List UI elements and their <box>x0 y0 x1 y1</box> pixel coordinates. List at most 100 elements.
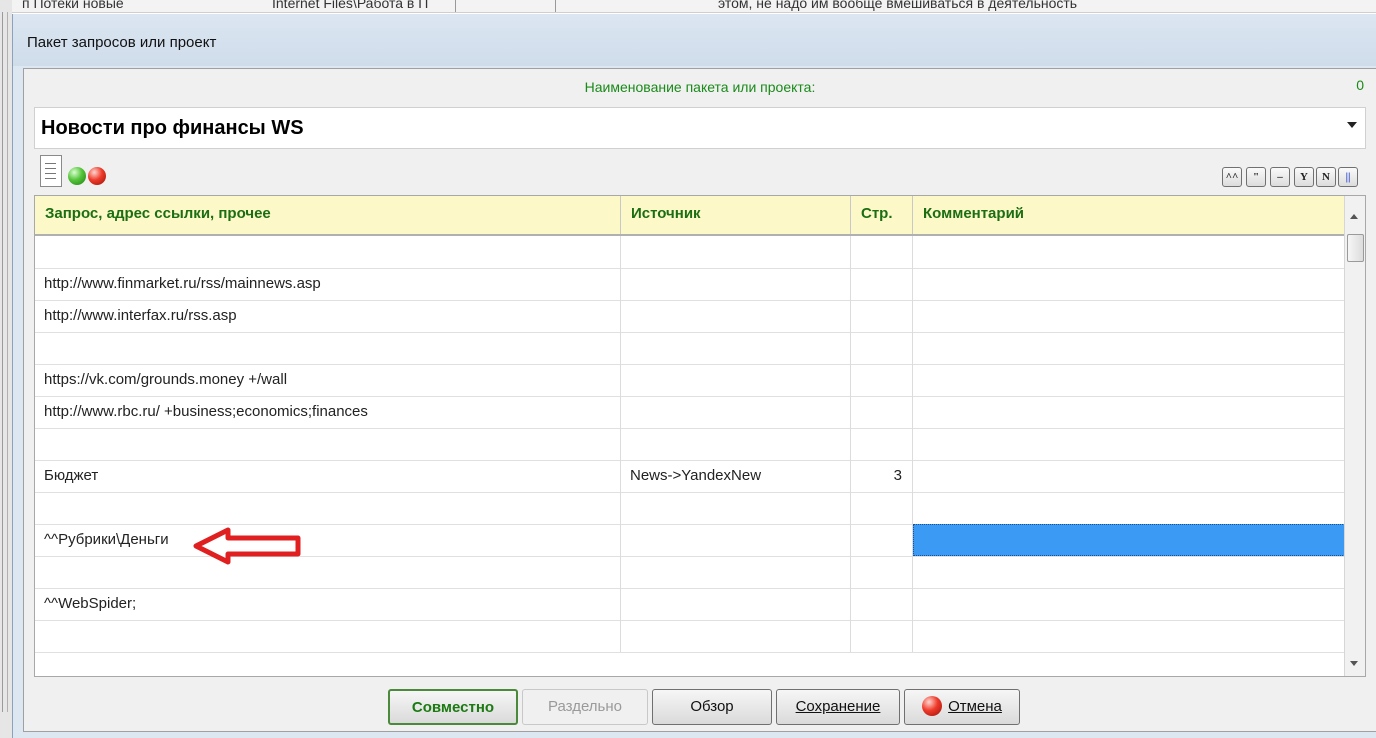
column-header-source[interactable]: Источник <box>621 196 851 234</box>
caret-caret-button[interactable]: ^^ <box>1222 167 1242 187</box>
cell-query[interactable] <box>35 236 621 268</box>
project-name-combo[interactable]: Новости про финансы WS <box>34 107 1366 149</box>
document-icon[interactable] <box>40 155 62 187</box>
cell-query[interactable]: ^^Рубрики\Деньги <box>35 524 621 556</box>
browse-button[interactable]: Обзор <box>652 689 772 725</box>
cell-comment[interactable] <box>913 620 1345 652</box>
cell-query[interactable]: ^^WebSpider; <box>35 588 621 620</box>
cell-comment[interactable] <box>913 524 1345 556</box>
y-button[interactable]: Y <box>1294 167 1314 187</box>
save-button[interactable]: Сохранение <box>776 689 900 725</box>
background-text-3: этом, не надо им вообще вмешиваться в де… <box>718 0 1078 11</box>
column-header-comment[interactable]: Комментарий <box>913 196 1345 234</box>
cell-source[interactable] <box>621 620 851 652</box>
cell-source[interactable] <box>621 396 851 428</box>
cell-source[interactable]: News->YandexNew <box>621 460 851 492</box>
chevron-down-icon[interactable] <box>1347 122 1357 128</box>
table-row[interactable]: http://www.interfax.ru/rss.asp <box>35 300 1345 333</box>
green-ball-icon[interactable] <box>68 167 86 185</box>
scroll-thumb[interactable] <box>1347 234 1364 262</box>
cell-page[interactable] <box>851 332 913 364</box>
cell-query[interactable]: Бюджет <box>35 460 621 492</box>
cell-query[interactable] <box>35 492 621 524</box>
cell-source[interactable] <box>621 492 851 524</box>
cell-comment[interactable] <box>913 300 1345 332</box>
cell-comment[interactable] <box>913 236 1345 268</box>
red-ball-icon <box>922 695 943 716</box>
cell-comment[interactable] <box>913 396 1345 428</box>
red-ball-icon[interactable] <box>88 167 106 185</box>
column-header-page[interactable]: Стр. <box>851 196 913 234</box>
cell-source[interactable] <box>621 300 851 332</box>
cell-page[interactable] <box>851 588 913 620</box>
cell-source[interactable] <box>621 364 851 396</box>
cell-source[interactable] <box>621 332 851 364</box>
cell-comment[interactable] <box>913 492 1345 524</box>
cell-query[interactable]: http://www.interfax.ru/rss.asp <box>35 300 621 332</box>
cell-page[interactable] <box>851 364 913 396</box>
cell-comment[interactable] <box>913 588 1345 620</box>
vertical-scrollbar[interactable] <box>1344 196 1365 676</box>
cell-comment[interactable] <box>913 428 1345 460</box>
separate-button[interactable]: Раздельно <box>522 689 648 725</box>
cell-query[interactable] <box>35 620 621 652</box>
cell-page[interactable] <box>851 492 913 524</box>
cell-source[interactable] <box>621 428 851 460</box>
table-row[interactable]: Бюджет News->YandexNew 3 <box>35 460 1345 493</box>
table-row[interactable] <box>35 236 1345 269</box>
cell-query[interactable]: https://vk.com/grounds.money +/wall <box>35 364 621 396</box>
table-row[interactable] <box>35 492 1345 525</box>
title-bar[interactable]: Пакет запросов или проект <box>13 14 1376 66</box>
cell-page[interactable] <box>851 428 913 460</box>
cell-source[interactable] <box>621 588 851 620</box>
quote-button[interactable]: " <box>1246 167 1266 187</box>
cell-page[interactable] <box>851 620 913 652</box>
cell-page[interactable] <box>851 300 913 332</box>
cell-comment[interactable] <box>913 268 1345 300</box>
project-dialog: Пакет запросов или проект Наименование п… <box>12 14 1376 738</box>
cell-query[interactable] <box>35 556 621 588</box>
cancel-button[interactable]: Отмена <box>904 689 1020 725</box>
table-row[interactable] <box>35 332 1345 365</box>
minus-button[interactable]: – <box>1270 167 1290 187</box>
cell-comment[interactable] <box>913 460 1345 492</box>
cell-comment[interactable] <box>913 364 1345 396</box>
cell-source[interactable] <box>621 236 851 268</box>
cell-query[interactable]: http://www.rbc.ru/ +business;economics;f… <box>35 396 621 428</box>
scroll-down-icon[interactable] <box>1350 661 1358 666</box>
cell-source[interactable] <box>621 556 851 588</box>
grid-header: Запрос, адрес ссылки, прочее Источник Ст… <box>35 196 1345 236</box>
cell-query[interactable]: http://www.finmarket.ru/rss/mainnews.asp <box>35 268 621 300</box>
table-row[interactable]: http://www.finmarket.ru/rss/mainnews.asp <box>35 268 1345 301</box>
scroll-up-icon[interactable] <box>1350 214 1358 219</box>
cell-page[interactable] <box>851 396 913 428</box>
background-text-1: п Потеки новые <box>22 0 124 11</box>
window-title: Пакет запросов или проект <box>27 34 217 51</box>
cell-query[interactable] <box>35 332 621 364</box>
cell-page[interactable] <box>851 268 913 300</box>
table-row[interactable] <box>35 428 1345 461</box>
cell-page[interactable] <box>851 236 913 268</box>
table-row[interactable]: http://www.rbc.ru/ +business;economics;f… <box>35 396 1345 429</box>
cell-source[interactable] <box>621 524 851 556</box>
table-row[interactable] <box>35 620 1345 653</box>
cell-source[interactable] <box>621 268 851 300</box>
joint-button[interactable]: Совместно <box>388 689 518 725</box>
background-divider <box>7 12 8 712</box>
n-button[interactable]: N <box>1316 167 1336 187</box>
table-row[interactable]: https://vk.com/grounds.money +/wall <box>35 364 1345 397</box>
cell-page[interactable]: 3 <box>851 460 913 492</box>
table-row[interactable]: ^^WebSpider; <box>35 588 1345 621</box>
button-bar: Совместно Раздельно Обзор Сохранение Отм… <box>24 681 1376 727</box>
red-arrow-annotation-icon <box>193 527 301 565</box>
query-grid[interactable]: Запрос, адрес ссылки, прочее Источник Ст… <box>34 195 1366 677</box>
cell-comment[interactable] <box>913 556 1345 588</box>
cell-page[interactable] <box>851 556 913 588</box>
counter-label: 0 <box>1356 77 1364 93</box>
cell-page[interactable] <box>851 524 913 556</box>
background-divider <box>2 12 3 712</box>
cell-comment[interactable] <box>913 332 1345 364</box>
pause-button[interactable]: || <box>1338 167 1358 187</box>
cell-query[interactable] <box>35 428 621 460</box>
column-header-query[interactable]: Запрос, адрес ссылки, прочее <box>35 196 621 234</box>
